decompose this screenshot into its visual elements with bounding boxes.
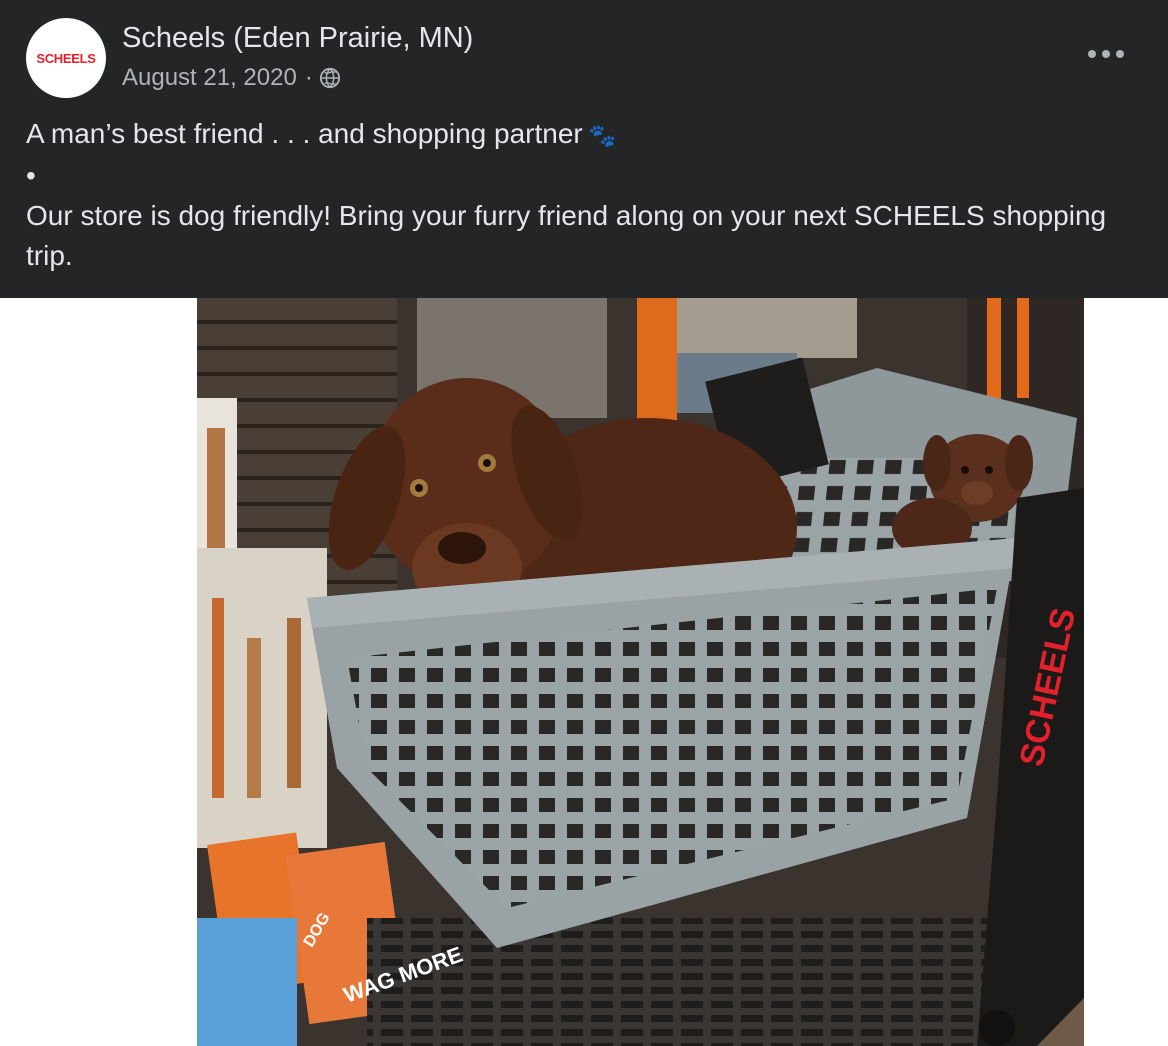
post-text-line-3: Our store is dog friendly! Bring your fu… xyxy=(26,200,1107,271)
post-date[interactable]: August 21, 2020 xyxy=(122,64,297,92)
avatar-logo-text: SCHEELS xyxy=(36,50,96,66)
page-name-link[interactable]: Scheels (Eden Prairie, MN) xyxy=(122,22,473,55)
facebook-post: SCHEELS Scheels (Eden Prairie, MN) Augus… xyxy=(0,0,1168,1046)
post-meta: August 21, 2020 · xyxy=(122,64,341,92)
meta-separator: · xyxy=(304,64,313,91)
more-options-icon[interactable] xyxy=(1088,44,1124,64)
post-header: SCHEELS Scheels (Eden Prairie, MN) Augus… xyxy=(0,0,1168,298)
post-media: SCHEELS WAG MORE DOG xyxy=(0,298,1168,1046)
paw-prints-emoji: 🐾 xyxy=(588,123,617,148)
post-photo[interactable]: SCHEELS WAG MORE DOG xyxy=(197,298,1084,1046)
globe-icon[interactable] xyxy=(319,67,341,89)
page-avatar[interactable]: SCHEELS xyxy=(26,18,106,98)
post-text-bullet: • xyxy=(26,160,36,191)
post-text-line-1: A man’s best friend . . . and shopping p… xyxy=(26,118,617,149)
dogs-in-cart-photo: SCHEELS WAG MORE DOG xyxy=(197,298,1084,1046)
post-text: A man’s best friend . . . and shopping p… xyxy=(26,114,1108,276)
